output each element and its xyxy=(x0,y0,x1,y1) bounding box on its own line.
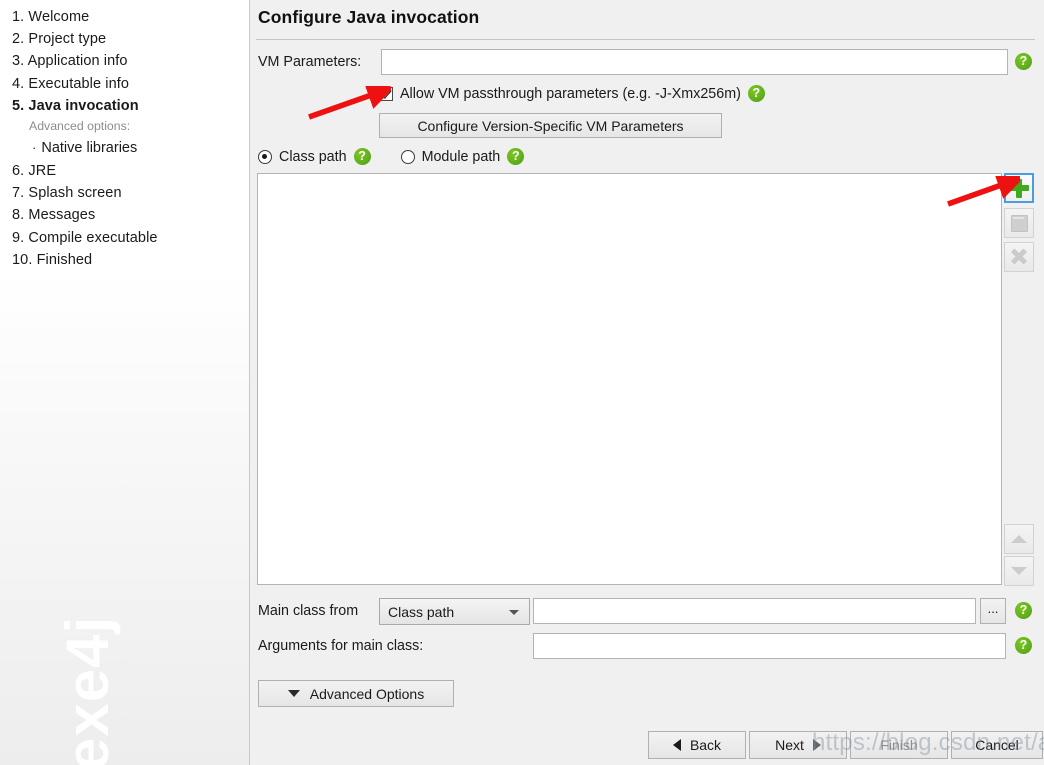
chevron-up-icon xyxy=(1011,535,1027,543)
classpath-entries-list[interactable] xyxy=(257,173,1002,585)
sidebar-advanced-options-label: Advanced options: xyxy=(29,119,131,134)
bullet-icon: · xyxy=(32,140,37,156)
configure-version-specific-vm-parameters-button[interactable]: Configure Version-Specific VM Parameters xyxy=(379,113,722,138)
main-class-from-label: Main class from xyxy=(258,603,359,619)
vm-parameters-input[interactable] xyxy=(381,49,1008,75)
chevron-down-icon xyxy=(509,610,519,615)
class-path-radio-option[interactable]: Class path ? xyxy=(258,148,371,165)
sidebar-item-jre[interactable]: 6. JRE xyxy=(12,160,249,182)
move-up-button[interactable] xyxy=(1004,524,1034,554)
vm-parameters-label: VM Parameters: xyxy=(258,54,362,70)
back-button[interactable]: Back xyxy=(648,731,746,759)
help-icon[interactable]: ? xyxy=(1015,637,1032,654)
help-icon[interactable]: ? xyxy=(747,85,765,102)
sidebar-item-welcome[interactable]: 1. Welcome xyxy=(12,6,249,28)
sidebar-item-compile-executable[interactable]: 9. Compile executable xyxy=(12,227,249,249)
main-class-input[interactable] xyxy=(533,598,976,624)
help-icon[interactable]: ? xyxy=(1015,602,1032,619)
exe4j-logo-watermark: exe4j xyxy=(54,615,121,765)
class-path-radio[interactable] xyxy=(258,149,272,164)
sidebar-item-native-libraries[interactable]: · Native libraries xyxy=(12,136,249,160)
title-separator xyxy=(256,39,1035,40)
chevron-down-icon xyxy=(1011,567,1027,575)
help-icon[interactable]: ? xyxy=(1015,53,1032,70)
back-button-label: Back xyxy=(689,737,722,753)
copy-entry-button[interactable] xyxy=(1004,208,1034,238)
copy-icon xyxy=(1010,214,1028,232)
cancel-button-label: Cancel xyxy=(975,737,1019,753)
sidebar-item-executable-info[interactable]: 4. Executable info xyxy=(12,73,249,95)
path-mode-radio-group: Class path ? Module path ? xyxy=(258,148,525,165)
class-path-label: Class path xyxy=(279,148,347,165)
cancel-button[interactable]: Cancel xyxy=(951,731,1043,759)
sidebar-item-finished[interactable]: 10. Finished xyxy=(12,249,249,271)
move-down-button[interactable] xyxy=(1004,556,1034,586)
arguments-label: Arguments for main class: xyxy=(258,638,424,654)
module-path-radio-option[interactable]: Module path ? xyxy=(400,148,525,165)
plus-icon xyxy=(1009,178,1029,198)
advanced-options-button[interactable]: Advanced Options xyxy=(258,680,454,707)
allow-vm-passthrough-row[interactable]: Allow VM passthrough parameters (e.g. -J… xyxy=(379,85,765,102)
allow-vm-passthrough-label: Allow VM passthrough parameters (e.g. -J… xyxy=(400,85,741,102)
next-button[interactable]: Next xyxy=(749,731,847,759)
sidebar-item-splash-screen[interactable]: 7. Splash screen xyxy=(12,182,249,204)
triangle-down-icon xyxy=(287,690,300,697)
main-content-panel: Configure Java invocation VM Parameters:… xyxy=(250,0,1044,765)
add-entry-button[interactable] xyxy=(1004,173,1034,203)
sidebar-item-java-invocation[interactable]: 5. Java invocation xyxy=(12,95,249,117)
exe4j-wizard-window: 1. Welcome 2. Project type 3. Applicatio… xyxy=(0,0,1044,765)
remove-entry-button[interactable] xyxy=(1004,242,1034,272)
wizard-step-sidebar: 1. Welcome 2. Project type 3. Applicatio… xyxy=(0,0,250,765)
advanced-options-label: Advanced Options xyxy=(309,685,425,702)
help-icon[interactable]: ? xyxy=(507,148,525,165)
arguments-input[interactable] xyxy=(533,633,1006,659)
next-button-label: Next xyxy=(775,737,804,753)
sidebar-item-project-type[interactable]: 2. Project type xyxy=(12,28,249,50)
help-icon[interactable]: ? xyxy=(353,148,371,165)
close-x-icon xyxy=(1010,248,1028,266)
module-path-label: Module path xyxy=(421,148,501,165)
page-title: Configure Java invocation xyxy=(258,7,480,27)
sidebar-item-application-info[interactable]: 3. Application info xyxy=(12,50,249,72)
sidebar-item-label: Native libraries xyxy=(41,140,138,157)
finish-button-label: Finish xyxy=(880,737,918,753)
main-class-source-value: Class path xyxy=(388,603,455,620)
triangle-left-icon xyxy=(672,739,681,751)
finish-button[interactable]: Finish xyxy=(850,731,948,759)
module-path-radio[interactable] xyxy=(400,149,415,164)
triangle-right-icon xyxy=(812,739,821,751)
main-class-browse-button[interactable]: ... xyxy=(980,598,1006,624)
sidebar-item-messages[interactable]: 8. Messages xyxy=(12,204,249,226)
main-class-source-select[interactable]: Class path xyxy=(379,598,530,625)
allow-vm-passthrough-checkbox[interactable] xyxy=(379,86,393,101)
